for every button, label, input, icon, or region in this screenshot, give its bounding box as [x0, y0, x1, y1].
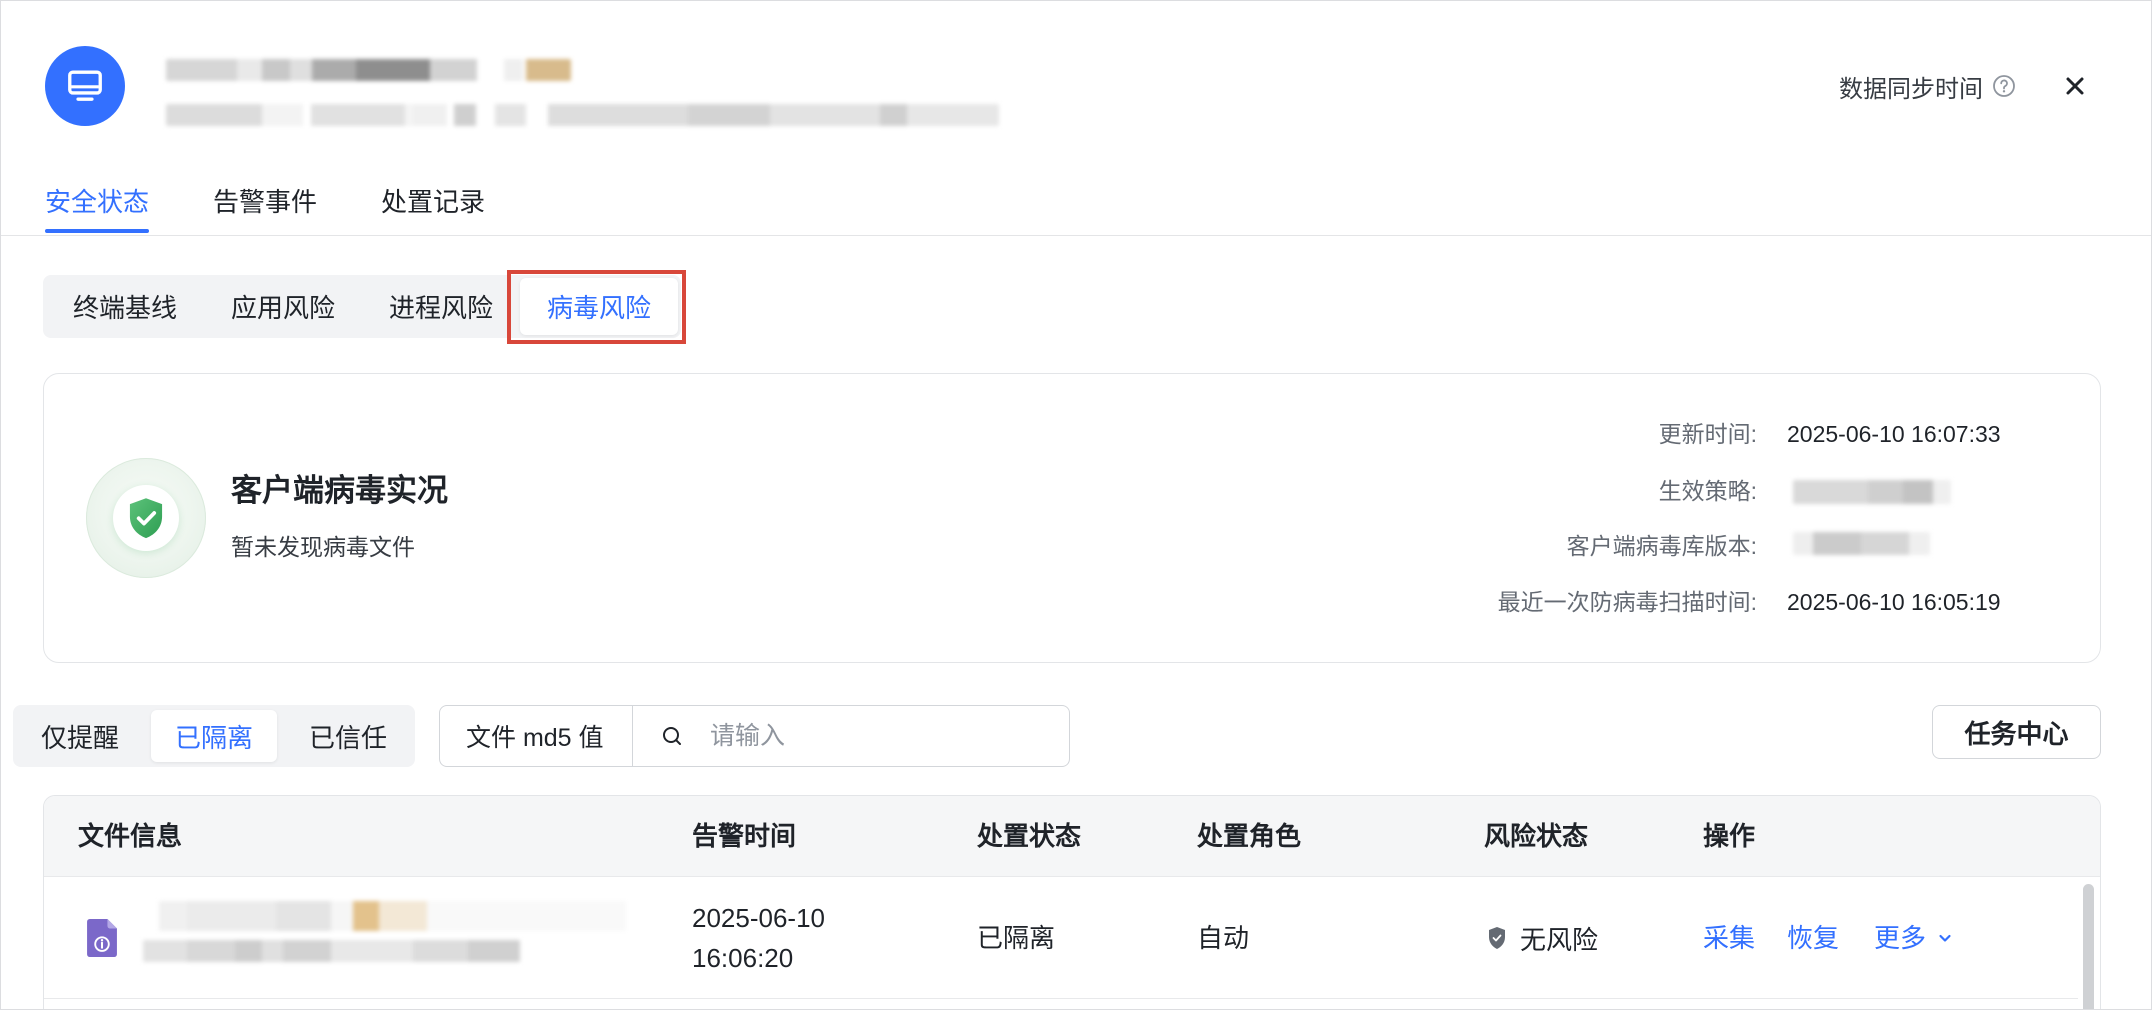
column-actions: 操作 [1703, 821, 1756, 851]
risk-category-tabs: 终端基线 应用风险 进程风险 病毒风险 [43, 275, 681, 338]
summary-subtitle: 暂未发现病毒文件 [231, 534, 415, 560]
shield-check-icon [1489, 927, 1505, 949]
sync-time: 数据同步时间 [1839, 69, 2016, 103]
update-time-label: 更新时间: [1658, 421, 1757, 447]
virus-file-table: 文件信息 告警时间 处置状态 处置角色 风险状态 操作 2025-06-10 1… [43, 795, 2101, 1009]
last-scan-time-value: 2025-06-10 16:05:19 [1787, 589, 2001, 615]
update-time-value: 2025-06-10 16:07:33 [1787, 421, 2001, 447]
device-name-redacted [166, 59, 571, 81]
table-row: 2025-06-10 16:06:20 已隔离 自动 无风险 采集 恢复 更多 [44, 877, 2078, 999]
restore-link[interactable]: 恢复 [1787, 918, 1839, 958]
disposal-status-cell: 已隔离 [977, 923, 1056, 953]
main-tabs: 安全状态 告警事件 处置记录 [45, 182, 485, 233]
table-scrollbar[interactable] [2083, 884, 2094, 1009]
close-icon [2066, 77, 2084, 95]
policy-value-redacted [1793, 480, 1951, 504]
status-badge [86, 458, 206, 578]
virus-db-version-label: 客户端病毒库版本: [1566, 533, 1757, 559]
search-group: 文件 md5 值 [439, 705, 1070, 767]
last-scan-time-label: 最近一次防病毒扫描时间: [1497, 589, 1757, 615]
subtab-process-risk[interactable]: 进程风险 [362, 278, 520, 335]
device-avatar [45, 46, 125, 126]
subtab-app-risk[interactable]: 应用风险 [204, 278, 362, 335]
search-icon [663, 727, 681, 745]
column-alert-time: 告警时间 [692, 821, 797, 851]
search-box [633, 706, 1069, 766]
tab-alert-events[interactable]: 告警事件 [213, 182, 317, 233]
tabs-divider [1, 235, 2151, 236]
summary-title: 客户端病毒实况 [231, 473, 448, 508]
file-info-icon [87, 919, 117, 957]
sync-time-label: 数据同步时间 [1839, 75, 1983, 103]
close-button[interactable] [2064, 75, 2086, 97]
tab-security-status[interactable]: 安全状态 [45, 182, 150, 233]
file-path-redacted [143, 940, 520, 962]
column-disposal-role: 处置角色 [1197, 821, 1302, 851]
tab-disposal-records[interactable]: 处置记录 [381, 182, 485, 233]
device-meta-redacted [166, 104, 999, 126]
policy-label: 生效策略: [1658, 478, 1757, 504]
status-filter: 仅提醒 已隔离 已信任 [13, 705, 415, 767]
search-field-select[interactable]: 文件 md5 值 [440, 706, 633, 766]
filter-trusted[interactable]: 已信任 [285, 710, 411, 762]
disposal-role-cell: 自动 [1197, 923, 1250, 953]
monitor-icon [68, 70, 102, 101]
risk-status-label: 无风险 [1520, 924, 1599, 955]
chevron-down-icon[interactable] [1937, 930, 1953, 946]
column-disposal-status: 处置状态 [977, 821, 1082, 851]
column-risk-status: 风险状态 [1484, 821, 1589, 851]
virus-db-version-redacted [1793, 532, 1930, 555]
table-header: 文件信息 告警时间 处置状态 处置角色 风险状态 操作 [44, 796, 2100, 877]
status-badge-inner [113, 485, 179, 551]
task-center-button[interactable]: 任务中心 [1932, 705, 2101, 759]
subtab-virus-risk[interactable]: 病毒风险 [520, 278, 678, 335]
filter-quarantined[interactable]: 已隔离 [151, 710, 277, 762]
column-file-info: 文件信息 [78, 821, 183, 851]
question-circle-icon[interactable] [1992, 74, 2016, 98]
filter-alert-only[interactable]: 仅提醒 [17, 710, 143, 762]
virus-summary-card: 客户端病毒实况 暂未发现病毒文件 更新时间: 2025-06-10 16:07:… [43, 373, 2101, 663]
file-name-redacted [159, 901, 626, 931]
search-input[interactable] [710, 721, 1030, 751]
shield-check-icon [129, 498, 163, 539]
subtab-endpoint-baseline[interactable]: 终端基线 [46, 278, 204, 335]
alert-time-cell: 2025-06-10 16:06:20 [692, 903, 825, 973]
collect-link[interactable]: 采集 [1703, 918, 1755, 958]
endpoint-detail-panel: 数据同步时间 安全状态 告警事件 处置记录 终端基线 应用风险 进程风险 病毒风… [0, 0, 2152, 1010]
risk-status-cell: 无风险 [1487, 918, 1598, 958]
more-link[interactable]: 更多 [1874, 918, 1926, 958]
